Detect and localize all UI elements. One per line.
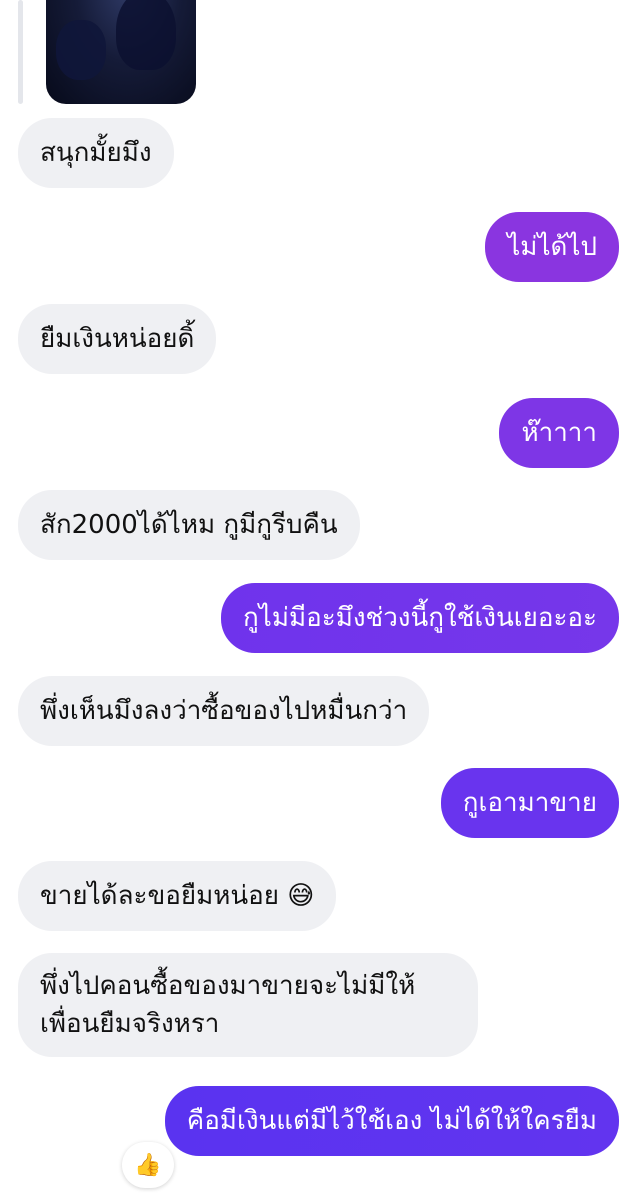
message-text-line: พึ่งไปคอนซื้อของมาขายจะไม่มีให้ bbox=[40, 971, 416, 1001]
chat-thread: สนุกมั้ยมึง ไม่ได้ไป ยืมเงินหน่อยดิ้ ห๊า… bbox=[0, 0, 633, 1200]
message-text: คือมีเงินแต่มีไว้ใช้เอง ไม่ได้ให้ใครยืม bbox=[186, 1106, 597, 1136]
message-text: ยืมเงินหน่อยดิ้ bbox=[40, 324, 195, 354]
message-text: กูไม่มีอะมึงช่วงนี้กูใช้เงินเยอะอะ bbox=[243, 603, 597, 633]
outgoing-message-bubble[interactable]: ห๊าาาา bbox=[499, 398, 619, 468]
outgoing-message-bubble[interactable]: ไม่ได้ไป bbox=[485, 212, 619, 282]
message-text: พึ่งเห็นมึงลงว่าซื้อของไปหมื่นกว่า bbox=[40, 696, 408, 726]
incoming-message-bubble[interactable]: ขายได้ละขอยืมหน่อย 😅 bbox=[18, 861, 337, 931]
reply-indicator-bar bbox=[18, 0, 23, 104]
message-text: ห๊าาาา bbox=[521, 418, 597, 448]
photo-silhouette bbox=[116, 0, 176, 70]
message-text: กูเอามาขาย bbox=[462, 788, 597, 818]
outgoing-message-bubble[interactable]: คือมีเงินแต่มีไว้ใช้เอง ไม่ได้ให้ใครยืม bbox=[164, 1086, 619, 1156]
message-text: ขายได้ละขอยืมหน่อย bbox=[40, 881, 279, 911]
message-text: ไม่ได้ไป bbox=[507, 232, 597, 262]
message-text: สนุกมั้ยมึง bbox=[40, 138, 152, 168]
sweat-smile-emoji-icon: 😅 bbox=[287, 881, 315, 911]
incoming-message-bubble[interactable]: พึ่งเห็นมึงลงว่าซื้อของไปหมื่นกว่า bbox=[18, 676, 430, 746]
incoming-message-bubble[interactable]: ยืมเงินหน่อยดิ้ bbox=[18, 304, 217, 374]
incoming-message-bubble[interactable]: สนุกมั้ยมึง bbox=[18, 118, 174, 188]
incoming-message-bubble[interactable]: พึ่งไปคอนซื้อของมาขายจะไม่มีให้ เพื่อนยื… bbox=[18, 953, 478, 1057]
outgoing-message-bubble[interactable]: กูเอามาขาย bbox=[440, 768, 619, 838]
shared-photo-message[interactable] bbox=[46, 0, 196, 104]
incoming-message-bubble[interactable]: สัก2000ได้ไหม กูมีกูรีบคืน bbox=[18, 490, 360, 560]
photo-silhouette bbox=[56, 20, 106, 80]
outgoing-message-bubble[interactable]: กูไม่มีอะมึงช่วงนี้กูใช้เงินเยอะอะ bbox=[221, 583, 619, 653]
thumbs-up-reaction-icon[interactable]: 👍 bbox=[122, 1142, 174, 1188]
message-text-line: เพื่อนยืมจริงหรา bbox=[40, 1009, 220, 1039]
message-text: สัก2000ได้ไหม กูมีกูรีบคืน bbox=[40, 510, 338, 540]
